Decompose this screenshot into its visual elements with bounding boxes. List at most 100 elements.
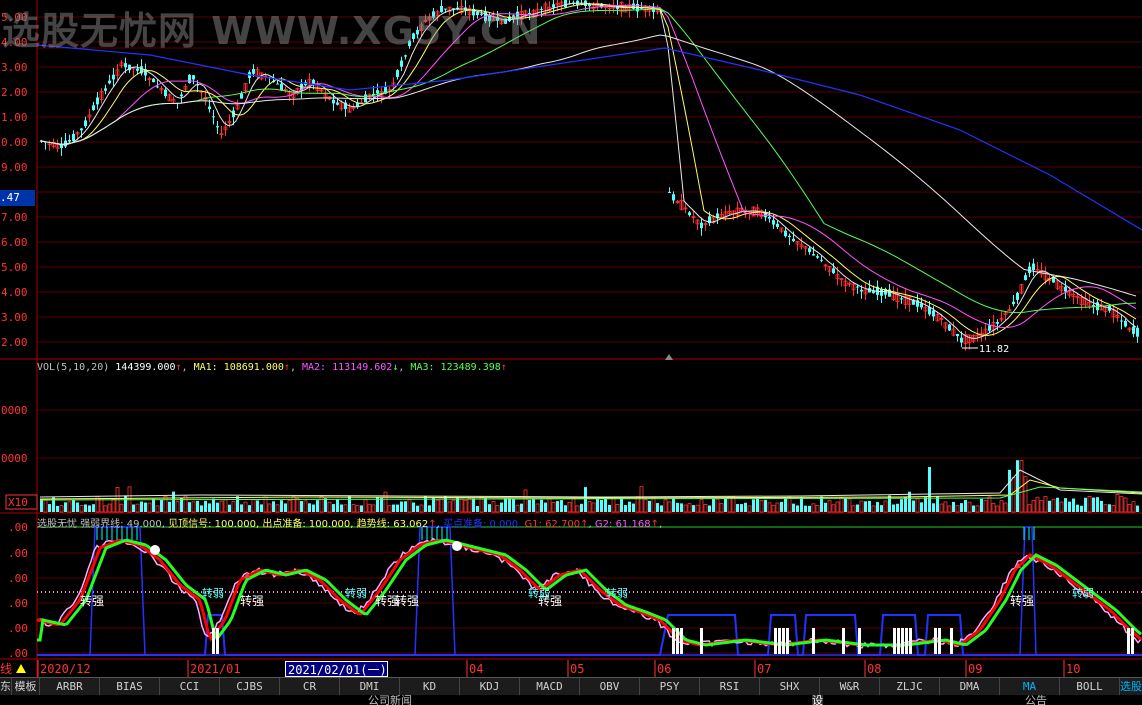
volume-bar — [1016, 460, 1019, 512]
volume-bar — [1043, 496, 1048, 513]
volume-bar — [672, 497, 675, 512]
volume-bar — [248, 505, 251, 512]
volume-bar — [892, 504, 895, 512]
indicator-g2: G2: 61.168 — [594, 519, 651, 530]
volume-bar — [396, 504, 399, 512]
volume-bar — [571, 496, 576, 513]
candle-body-down — [164, 89, 167, 97]
date-axis-label: 09 — [968, 662, 982, 676]
tab-kdj[interactable]: KDJ — [460, 678, 520, 695]
volume-bar — [79, 505, 84, 513]
news-announcement[interactable]: 公告 — [1025, 695, 1047, 705]
volume-bar — [615, 503, 620, 513]
volume-bar — [567, 501, 572, 513]
volume-bar — [551, 502, 556, 513]
tab-psy[interactable]: PSY — [640, 678, 700, 695]
volume-bar — [736, 504, 739, 512]
vol-ma2-arrow: ↓ — [392, 362, 399, 373]
volume-bar — [740, 504, 743, 512]
volume-bar — [747, 505, 752, 513]
price-axis-label: 5.00 — [1, 261, 28, 274]
volume-bar — [952, 501, 955, 512]
tab-rsi[interactable]: RSI — [700, 678, 760, 695]
tab-macd[interactable]: MACD — [520, 678, 580, 695]
volume-bar — [160, 499, 163, 512]
vol-ma1-label: MA1: — [193, 362, 218, 373]
tab-obv[interactable]: OBV — [580, 678, 640, 695]
volume-bar — [172, 491, 175, 512]
candle-body-down — [776, 223, 779, 227]
indicator-axis-label: .00 — [8, 597, 28, 610]
volume-bar — [72, 499, 75, 512]
volume-bar — [752, 499, 755, 512]
tab-dma[interactable]: DMA — [940, 678, 1000, 695]
volume-bar — [392, 504, 395, 512]
candle-body-down — [92, 105, 95, 111]
volume-bar — [580, 503, 583, 512]
tab-east[interactable]: 东 — [0, 678, 12, 695]
candle-body-down — [1092, 305, 1095, 307]
tab-shx[interactable]: SHX — [760, 678, 820, 695]
volume-bar — [135, 503, 140, 513]
tab-dmi[interactable]: DMI — [340, 678, 400, 695]
volume-bar — [428, 505, 431, 512]
volume-bar — [964, 500, 967, 512]
volume-bar — [703, 504, 708, 513]
volume-bar — [383, 491, 388, 513]
volume-bar — [900, 499, 903, 512]
tab-cr[interactable]: CR — [280, 678, 340, 695]
volume-bar — [596, 497, 599, 512]
volume-bar — [508, 498, 511, 512]
volume-bar — [932, 503, 935, 512]
tab-bias[interactable]: BIAS — [100, 678, 160, 695]
volume-bar — [132, 504, 135, 512]
volume-bar — [815, 504, 820, 513]
candle-body-down — [180, 94, 183, 97]
watermark-text: 选股无忧网 WWW.XG5Y.CN — [2, 9, 542, 53]
volume-bar — [424, 496, 427, 512]
tab-kd[interactable]: KD — [400, 678, 460, 695]
volume-bar — [251, 498, 256, 513]
candle-body-down — [920, 303, 923, 308]
volume-bar — [995, 505, 1000, 513]
volume-bar — [560, 500, 563, 512]
tab-arbr[interactable]: ARBR — [40, 678, 100, 695]
indicator-axis-label: .00 — [8, 547, 28, 560]
news-settings[interactable]: 设 — [812, 695, 823, 705]
volume-bar — [983, 500, 988, 513]
volume-bar — [800, 497, 803, 512]
candle-body-down — [332, 99, 335, 104]
chart-canvas[interactable]: 5.004.003.002.001.000.009.007.006.005.00… — [0, 0, 1142, 677]
news-company[interactable]: 公司新闻 — [368, 695, 412, 705]
volume-bar — [191, 501, 196, 513]
tab-stock-select[interactable]: 选股 — [1120, 678, 1142, 695]
tab-wr[interactable]: W&R — [820, 678, 880, 695]
tab-boll[interactable]: BOLL — [1060, 678, 1120, 695]
warning-triangle-icon — [16, 664, 26, 673]
candle-body-down — [1132, 326, 1135, 334]
tab-template[interactable]: 模板 — [12, 678, 40, 695]
exit-signal-bar — [842, 628, 845, 654]
candle-body-down — [688, 212, 691, 216]
price-axis-label: 9.00 — [1, 161, 28, 174]
candle-body-down — [1124, 320, 1127, 327]
candle-body-down — [68, 139, 71, 142]
volume-bar — [412, 502, 415, 512]
tab-cci[interactable]: CCI — [160, 678, 220, 695]
date-axis-label: 06 — [657, 662, 671, 676]
tab-ma[interactable]: MA — [1000, 678, 1060, 695]
selected-date-box[interactable]: 2021/02/01(一) — [285, 661, 388, 677]
vol-name: VOL(5,10,20) — [37, 362, 110, 373]
volume-bar — [896, 503, 899, 512]
label-turn-strong: 转强 — [1010, 593, 1034, 608]
volume-bar — [991, 502, 996, 513]
tab-zljc[interactable]: ZLJC — [880, 678, 940, 695]
candle-body-down — [1012, 301, 1015, 305]
volume-bar — [472, 498, 475, 512]
volume-bar — [103, 505, 108, 513]
indicator-buy-ready: 买点准备: 0.000, — [442, 519, 522, 530]
volume-bar — [291, 496, 296, 513]
volume-bar — [407, 499, 412, 513]
tab-cjbs[interactable]: CJBS — [220, 678, 280, 695]
volume-bar — [280, 500, 283, 512]
